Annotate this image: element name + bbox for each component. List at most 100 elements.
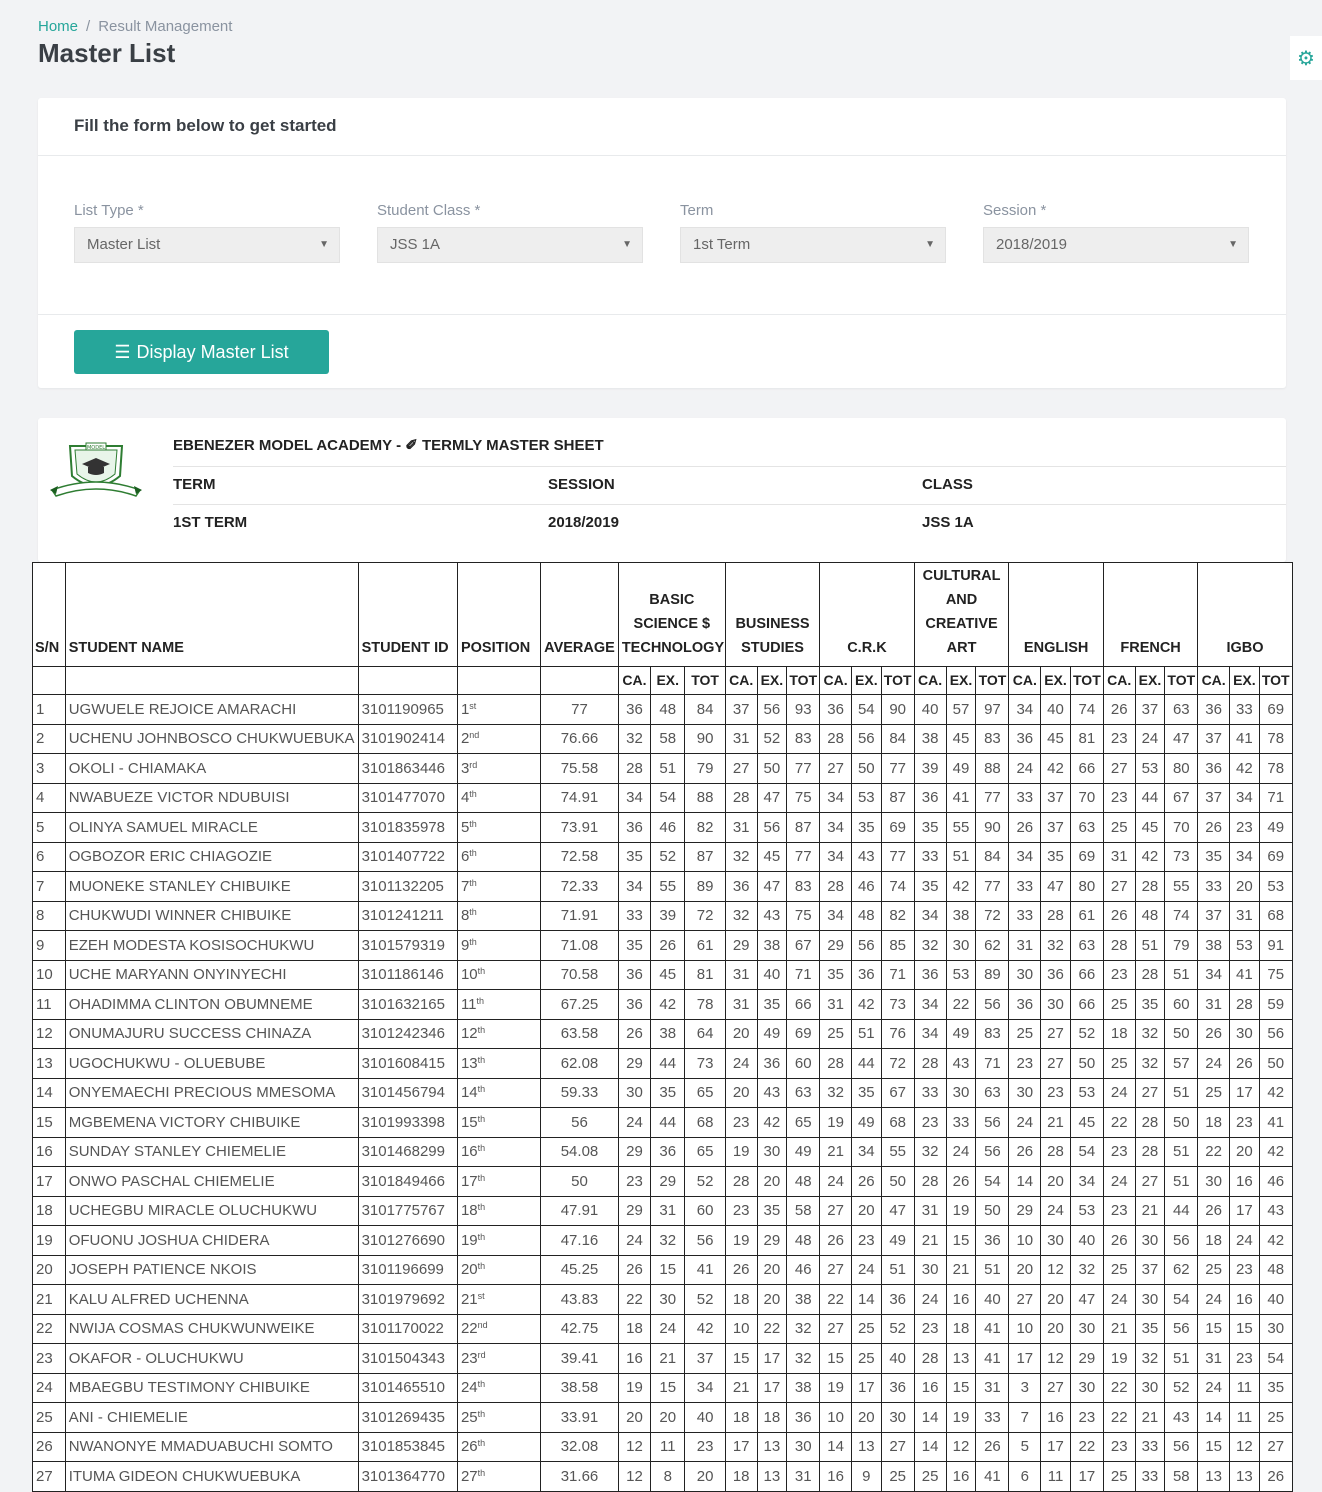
score-cell-ex: 23 (850, 1225, 882, 1256)
student-id-cell: 3101477070 (357, 782, 458, 813)
page-title: Master List (38, 38, 176, 68)
score-cell-ca: 36 (819, 694, 852, 725)
score-cell-ca: 34 (1008, 841, 1042, 872)
score-cell-ex: 12 (1228, 1431, 1260, 1462)
table-row: 26 NWANONYE MMADUABUCHI SOMTO 3101853845 26… (32, 1431, 1322, 1462)
score-cell-tot: 71 (786, 959, 821, 990)
list-type-select[interactable]: Master List ▼ (74, 227, 340, 263)
score-cell-tot: 45 (1069, 1107, 1104, 1138)
student-id-cell: 3101979692 (357, 1284, 458, 1315)
student-name-cell: OKAFOR - OLUCHUKWU (64, 1343, 359, 1374)
score-cell-tot: 41 (975, 1313, 1010, 1344)
score-cell-ex: 16 (1040, 1402, 1071, 1433)
score-cell-tot: 57 (1164, 1048, 1199, 1079)
score-cell-tot: 49 (880, 1225, 915, 1256)
student-name-cell: OHADIMMA CLINTON OBUMNEME (64, 989, 359, 1020)
term-select[interactable]: 1st Term ▼ (680, 227, 946, 263)
breadcrumb-home-link[interactable]: Home (38, 18, 78, 35)
score-cell-ex: 42 (850, 989, 882, 1020)
score-cell-ca: 20 (724, 1018, 758, 1049)
score-cell-ex: 30 (1040, 989, 1071, 1020)
score-cell-ca: 25 (1008, 1018, 1042, 1049)
position-number: 22 (460, 1320, 478, 1338)
score-cell-ex: 56 (850, 930, 882, 961)
master-sheet-header: MODEL EBENEZER MODEL ACADEMY - ✐ TERMLY … (38, 418, 1286, 562)
score-cell-tot: 97 (975, 694, 1010, 725)
student-name-cell: ANI - CHIEMELIE (64, 1402, 359, 1433)
score-cell-ex: 17 (1228, 1077, 1260, 1108)
score-cell-ex: 28 (1134, 1107, 1166, 1138)
score-cell-ca: 14 (913, 1402, 947, 1433)
subject-header: BUSINESS STUDIES (724, 562, 821, 667)
score-cell-tot: 78 (1258, 723, 1293, 754)
score-cell-ca: 23 (724, 1195, 758, 1226)
student-id-cell: 3101407722 (357, 841, 458, 872)
session-select[interactable]: 2018/2019 ▼ (983, 227, 1249, 263)
sn-cell: 9 (32, 930, 66, 961)
score-cell-tot: 60 (684, 1195, 726, 1226)
score-cell-tot: 50 (880, 1166, 915, 1197)
score-cell-ex: 35 (1134, 1313, 1166, 1344)
score-cell-tot: 41 (684, 1254, 726, 1285)
position-cell: 10th (456, 959, 542, 990)
student-name-cell: ONWO PASCHAL CHIEMELIE (64, 1166, 359, 1197)
student-class-select[interactable]: JSS 1A ▼ (377, 227, 643, 263)
score-cell-tot: 77 (786, 753, 821, 784)
score-cell-ex: 28 (1228, 989, 1260, 1020)
position-cell: 26th (456, 1431, 542, 1462)
score-cell-ca: 33 (1008, 900, 1042, 931)
student-name-cell: ONUMAJURU SUCCESS CHINAZA (64, 1018, 359, 1049)
score-cell-tot: 75 (786, 900, 821, 931)
score-cell-ex: 35 (756, 1195, 788, 1226)
score-cell-tot: 54 (1069, 1136, 1104, 1167)
score-cell-ca: 28 (1102, 930, 1136, 961)
score-cell-ex: 42 (1228, 753, 1260, 784)
score-cell-ex: 43 (756, 1077, 788, 1108)
position-cell: 17th (456, 1166, 542, 1197)
position-cell: 19th (456, 1225, 542, 1256)
score-cell-tot: 69 (1258, 841, 1293, 872)
score-cell-tot: 78 (684, 989, 726, 1020)
score-cell-tot: 68 (684, 1107, 726, 1138)
subject-header: C.R.K (819, 562, 915, 667)
settings-gear-button-top[interactable]: ⚙ (1290, 36, 1322, 80)
student-name-cell: JOSEPH PATIENCE NKOIS (64, 1254, 359, 1285)
score-cell-tot: 26 (975, 1431, 1010, 1462)
score-cell-ex: 30 (1134, 1284, 1166, 1315)
position-suffix: st (469, 700, 477, 711)
student-id-cell: 3101835978 (357, 812, 458, 843)
score-cell-ca: 15 (724, 1343, 758, 1374)
score-cell-ex: 46 (850, 871, 882, 902)
score-cell-ex: 23 (1228, 812, 1260, 843)
score-cell-tot: 77 (975, 871, 1010, 902)
score-cell-ex: 57 (945, 694, 977, 725)
score-cell-tot: 47 (1069, 1284, 1104, 1315)
score-cell-tot: 51 (1164, 1077, 1199, 1108)
score-cell-ex: 36 (850, 959, 882, 990)
score-cell-ex: 42 (650, 989, 686, 1020)
position-number: 11 (460, 995, 477, 1013)
average-cell: 73.91 (540, 812, 619, 843)
score-cell-ca: 18 (617, 1313, 652, 1344)
sn-cell: 7 (32, 871, 66, 902)
display-master-list-button[interactable]: ☰ Display Master List (74, 330, 329, 374)
position-cell: 27th (456, 1461, 542, 1492)
position-suffix: th (477, 1025, 486, 1036)
score-cell-ca: 34 (617, 871, 652, 902)
score-cell-ex: 14 (850, 1284, 882, 1315)
position-cell: 6th (456, 841, 542, 872)
score-cell-ex: 30 (1228, 1018, 1260, 1049)
col-average-header: AVERAGE (540, 562, 619, 667)
score-cell-ca: 31 (913, 1195, 947, 1226)
student-id-cell: 3101468299 (357, 1136, 458, 1167)
position-cell: 13th (456, 1048, 542, 1079)
position-number: 24 (460, 1379, 478, 1397)
score-cell-tot: 81 (1069, 723, 1104, 754)
score-cell-tot: 71 (1258, 782, 1293, 813)
average-cell: 72.58 (540, 841, 619, 872)
subject-header: IGBO (1197, 562, 1293, 667)
position-number: 23 (460, 1349, 478, 1367)
term-value: 1st Term (693, 236, 751, 253)
score-cell-tot: 90 (975, 812, 1010, 843)
sn-cell: 10 (32, 959, 66, 990)
